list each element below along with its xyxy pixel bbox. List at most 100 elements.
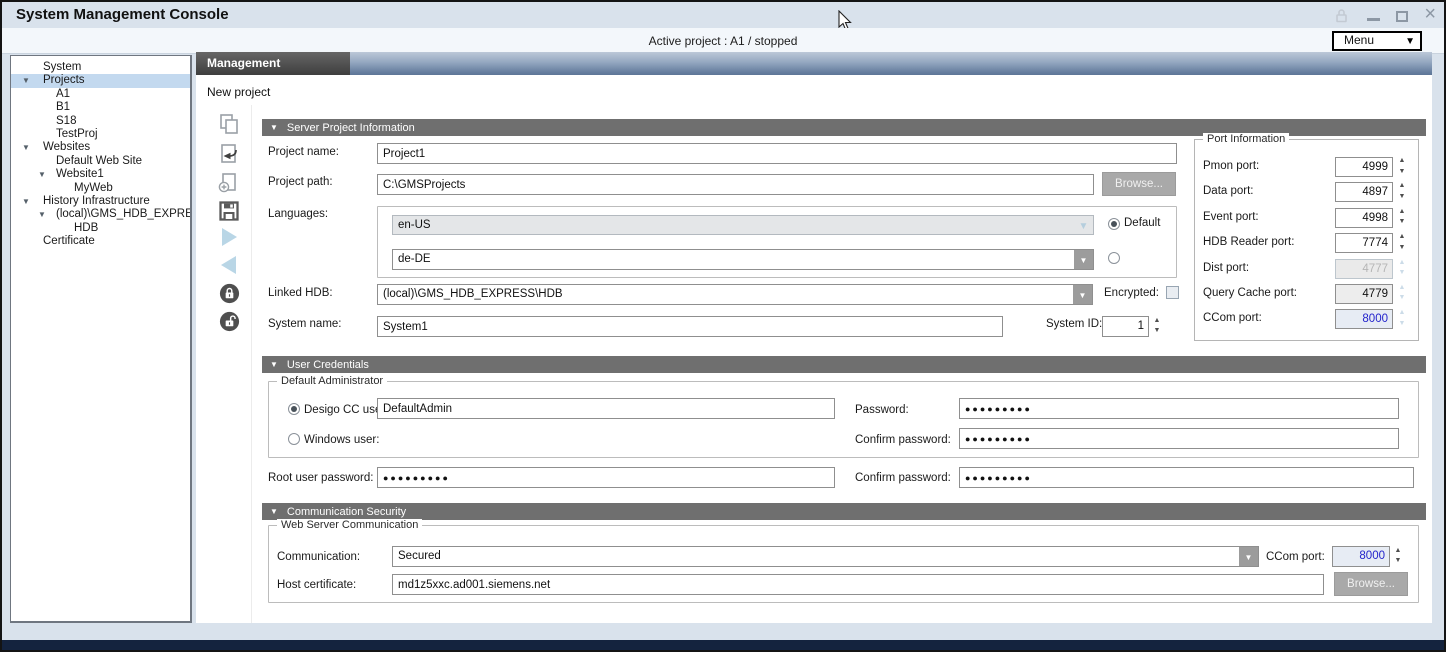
ccom-port-spinner[interactable]: 8000	[1332, 546, 1390, 567]
spin-down-icon[interactable]	[1396, 192, 1408, 203]
host-certificate-browse-button[interactable]: Browse...	[1334, 572, 1408, 596]
project-name-input[interactable]	[377, 143, 1177, 164]
spin-up-icon[interactable]	[1396, 283, 1408, 294]
spin-down-icon[interactable]	[1392, 556, 1404, 566]
project-name-label: Project name:	[268, 146, 339, 158]
spin-down-icon[interactable]	[1396, 319, 1408, 330]
spin-up-icon[interactable]	[1396, 308, 1408, 319]
spin-up-icon[interactable]	[1392, 546, 1404, 556]
ccom-port-spinner-arrows[interactable]	[1392, 546, 1404, 567]
spin-down-icon[interactable]	[1396, 293, 1408, 304]
lock-icon[interactable]	[215, 280, 243, 306]
host-certificate-input[interactable]	[392, 574, 1324, 595]
spin-down-icon[interactable]	[1396, 268, 1408, 279]
port-spinner-arrows[interactable]	[1396, 232, 1408, 253]
tree-item[interactable]: (local)\GMS_HDB_EXPRESS	[11, 208, 190, 221]
port-spinner-arrows[interactable]	[1396, 181, 1408, 202]
section-header-communication-security[interactable]: Communication Security	[262, 503, 1426, 520]
windows-user-radio[interactable]	[288, 433, 300, 445]
expander-icon[interactable]	[22, 74, 30, 88]
port-value-input[interactable]: 4999	[1335, 157, 1393, 177]
root-password-label: Root user password:	[268, 472, 373, 484]
port-spinner-arrows[interactable]	[1396, 156, 1408, 177]
expander-icon[interactable]	[38, 208, 46, 222]
system-id-spinner[interactable]: 1	[1102, 316, 1149, 337]
port-value-input[interactable]: 4777	[1335, 259, 1393, 279]
tree-item[interactable]: S18	[11, 115, 190, 128]
port-value-input[interactable]: 7774	[1335, 233, 1393, 253]
tree-item[interactable]: HDB	[11, 222, 190, 235]
port-value-input[interactable]: 8000	[1335, 309, 1393, 329]
spin-up-icon[interactable]	[1396, 156, 1408, 167]
copy-icon[interactable]	[215, 111, 243, 137]
root-confirm-password-input[interactable]	[959, 467, 1414, 488]
tree-item[interactable]: Certificate	[11, 235, 190, 248]
new-project-icon[interactable]	[215, 170, 243, 196]
port-value-input[interactable]: 4998	[1335, 208, 1393, 228]
spin-up-icon[interactable]	[1151, 316, 1163, 326]
communication-combo[interactable]: Secured	[392, 546, 1259, 567]
desigo-cc-user-radio[interactable]	[288, 403, 300, 415]
default-administrator-title: Default Administrator	[277, 375, 387, 387]
collapse-icon	[270, 119, 278, 137]
language-primary-combo: en-US	[392, 215, 1094, 235]
language-secondary-combo[interactable]: de-DE	[392, 249, 1094, 270]
spin-up-icon[interactable]	[1396, 207, 1408, 218]
port-spinner-arrows[interactable]	[1396, 283, 1408, 304]
confirm-password-input[interactable]	[959, 428, 1399, 449]
languages-label: Languages:	[268, 208, 328, 220]
port-spinner-arrows[interactable]	[1396, 258, 1408, 279]
tree-item[interactable]: A1	[11, 88, 190, 101]
tree-item[interactable]: MyWeb	[11, 182, 190, 195]
expander-icon[interactable]	[22, 195, 30, 209]
system-id-spinner-arrows[interactable]	[1151, 316, 1163, 337]
port-spinner-arrows[interactable]	[1396, 308, 1408, 329]
spin-up-icon[interactable]	[1396, 258, 1408, 269]
spin-up-icon[interactable]	[1396, 232, 1408, 243]
project-path-input[interactable]	[377, 174, 1094, 195]
section-header-user-credentials[interactable]: User Credentials	[262, 356, 1426, 373]
language-default-radio-2[interactable]	[1108, 252, 1120, 264]
desigo-cc-user-input[interactable]	[377, 398, 835, 419]
project-path-browse-button[interactable]: Browse...	[1102, 172, 1176, 196]
expander-icon[interactable]	[38, 168, 46, 182]
tree-item[interactable]: Website1	[11, 168, 190, 181]
spin-down-icon[interactable]	[1151, 326, 1163, 336]
maximize-button[interactable]	[1396, 11, 1408, 22]
tree-item[interactable]: Websites	[11, 141, 190, 154]
system-name-input[interactable]	[377, 316, 1003, 337]
password-input[interactable]	[959, 398, 1399, 419]
port-spinner-arrows[interactable]	[1396, 207, 1408, 228]
port-value-input[interactable]: 4897	[1335, 182, 1393, 202]
tree-item[interactable]: System	[11, 61, 190, 74]
previous-icon[interactable]	[215, 252, 243, 278]
port-value-input[interactable]: 4779	[1335, 284, 1393, 304]
window-title: System Management Console	[16, 6, 229, 23]
tree-item[interactable]: B1	[11, 101, 190, 114]
minimize-button[interactable]	[1367, 18, 1380, 21]
dropdown-arrow-icon[interactable]	[1073, 285, 1092, 304]
language-default-label: Default	[1124, 217, 1160, 229]
import-project-icon[interactable]	[215, 141, 243, 167]
spin-down-icon[interactable]	[1396, 217, 1408, 228]
spin-up-icon[interactable]	[1396, 181, 1408, 192]
encrypted-checkbox[interactable]	[1166, 286, 1179, 299]
menu-dropdown[interactable]: Menu	[1332, 31, 1422, 51]
spin-down-icon[interactable]	[1396, 167, 1408, 178]
tree-item[interactable]: Projects	[11, 74, 190, 87]
start-project-icon[interactable]	[215, 224, 243, 250]
tree-item[interactable]: Default Web Site	[11, 155, 190, 168]
root-password-input[interactable]	[377, 467, 835, 488]
tree-item[interactable]: TestProj	[11, 128, 190, 141]
linked-hdb-combo[interactable]: (local)\GMS_HDB_EXPRESS\HDB	[377, 284, 1093, 305]
dropdown-arrow-icon[interactable]	[1239, 547, 1258, 566]
spin-down-icon[interactable]	[1396, 243, 1408, 254]
close-button[interactable]	[1424, 2, 1436, 26]
expander-icon[interactable]	[22, 141, 30, 155]
language-default-radio-1[interactable]	[1108, 218, 1120, 230]
unlock-icon[interactable]	[215, 308, 243, 334]
save-icon[interactable]	[215, 198, 243, 224]
dropdown-arrow-icon[interactable]	[1074, 250, 1093, 269]
tab-management[interactable]: Management	[196, 52, 350, 75]
tree-item[interactable]: History Infrastructure	[11, 195, 190, 208]
